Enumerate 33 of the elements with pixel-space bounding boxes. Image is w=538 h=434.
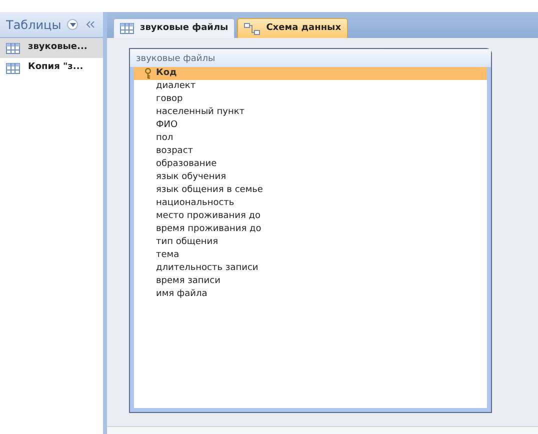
field-row[interactable]: язык общения в семье	[134, 184, 487, 197]
dropdown-button[interactable]	[67, 19, 78, 30]
field-row[interactable]: национальность	[134, 197, 487, 210]
horizontal-scrollbar[interactable]	[107, 426, 538, 434]
table-field-list[interactable]	[129, 48, 492, 413]
table-title: звуковые файлы	[130, 49, 491, 67]
field-row[interactable]: диалект	[134, 80, 487, 93]
field-row[interactable]: длительность записи	[134, 262, 487, 275]
pane-title: Таблицы	[6, 16, 62, 34]
field-row[interactable]: время записи	[134, 275, 487, 288]
field-row[interactable]: образование	[134, 158, 487, 171]
field-row[interactable]: тип общения	[134, 236, 487, 249]
table-icon	[6, 62, 20, 74]
sidebar-item[interactable]: звуковые...	[0, 38, 103, 58]
key-icon	[144, 68, 152, 79]
document-tab[interactable]: звуковые файлы	[113, 18, 236, 38]
relationships-icon	[244, 22, 260, 34]
field-row[interactable]: Код	[134, 67, 487, 80]
field-row[interactable]: язык обучения	[134, 171, 487, 184]
field-row[interactable]: время проживания до	[134, 223, 487, 236]
collapse-icon[interactable]	[86, 21, 96, 28]
field-row[interactable]: пол	[134, 132, 487, 145]
table-icon	[120, 23, 134, 34]
field-row[interactable]: возраст	[134, 145, 487, 158]
table-icon	[6, 42, 20, 54]
field-row[interactable]: ФИО	[134, 119, 487, 132]
field-row[interactable]: место проживания до	[134, 210, 487, 223]
document-tab[interactable]: Схема данных	[237, 18, 348, 38]
caret-icon	[70, 22, 76, 26]
field-row[interactable]: говор	[134, 93, 487, 106]
field-row[interactable]: населенный пункт	[134, 106, 487, 119]
field-row[interactable]: имя файла	[134, 288, 487, 301]
field-row[interactable]: тема	[134, 249, 487, 262]
